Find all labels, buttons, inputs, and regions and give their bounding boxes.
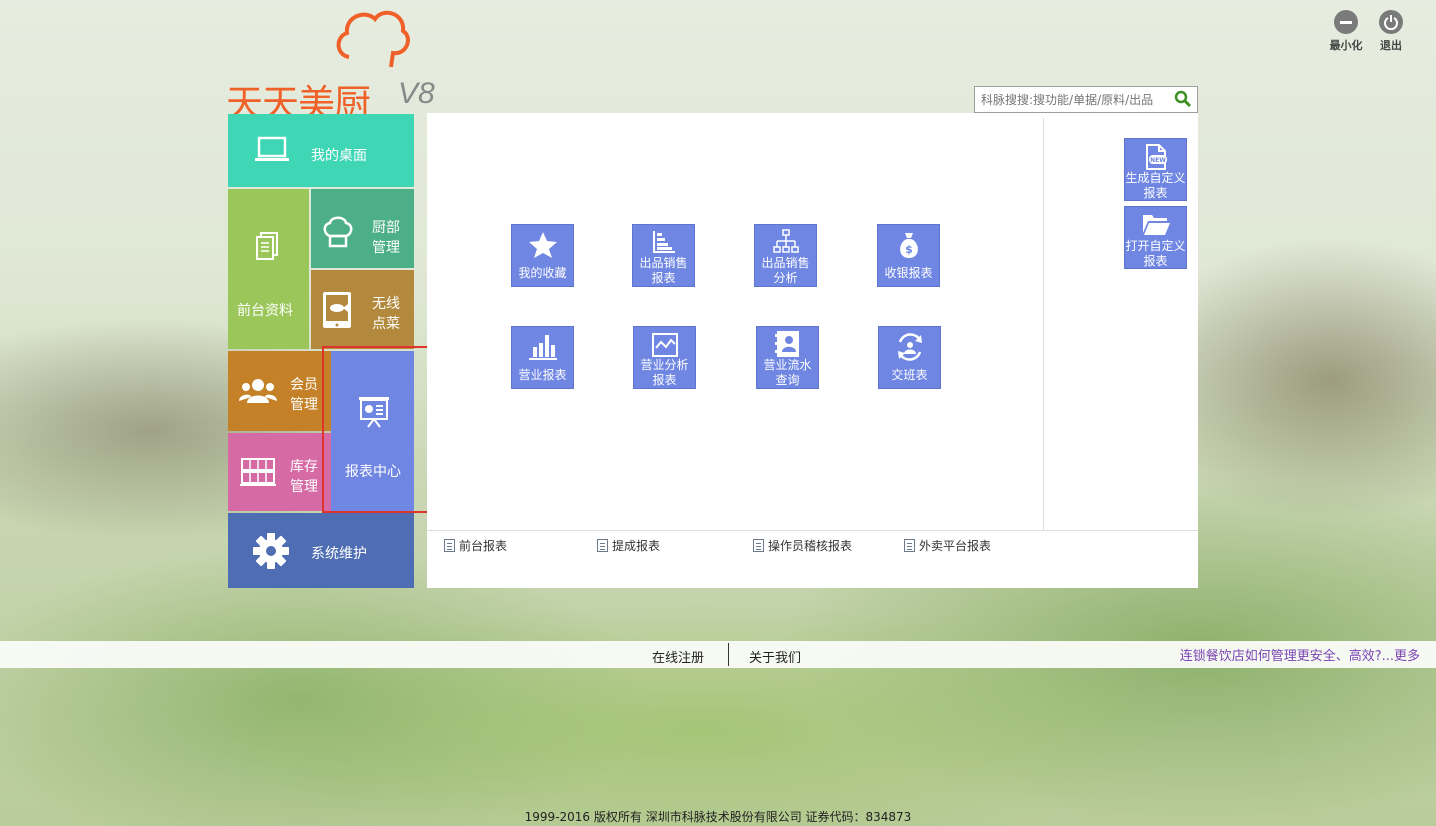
button-label-line1: 营业流水 <box>763 358 812 372</box>
open-folder-icon <box>1142 215 1170 235</box>
minimize-button[interactable]: 最小化 <box>1326 10 1366 53</box>
exit-label: 退出 <box>1380 39 1402 52</box>
version-label: V8 <box>398 77 435 110</box>
shift-report-button[interactable]: 交班表 <box>878 326 941 389</box>
chef-hat-logo-icon <box>336 10 410 68</box>
open-custom-report-button[interactable]: 打开自定义 报表 <box>1124 206 1187 269</box>
members-icon <box>239 379 277 403</box>
line-chart-icon <box>651 333 678 357</box>
about-us-link[interactable]: 关于我们 <box>749 647 801 666</box>
minimize-icon <box>1334 10 1358 34</box>
front-report-link[interactable]: 前台报表 <box>444 537 507 554</box>
new-document-icon: NEW <box>1145 144 1167 170</box>
tile-label-line1: 会员 <box>290 377 318 393</box>
search-icon[interactable] <box>1174 90 1192 112</box>
link-label: 外卖平台报表 <box>919 539 992 553</box>
tablet-fish-icon <box>323 292 351 328</box>
app-logo: 天天美厨 V8 <box>226 5 456 125</box>
minimize-label: 最小化 <box>1329 39 1363 52</box>
footer-divider <box>728 643 729 666</box>
address-book-icon <box>774 331 799 357</box>
tile-front-data[interactable]: 前台资料 <box>228 189 309 349</box>
money-bag-icon: $ <box>899 233 918 258</box>
report-center-panel: 我的收藏 出品销售 报表 出品销售 分析 $ 收银报表 营业报表 营业分析 报表… <box>427 113 1198 588</box>
button-label: 收银报表 <box>884 266 933 280</box>
report-doc-icon <box>904 539 915 552</box>
exit-button[interactable]: 退出 <box>1371 10 1411 53</box>
tile-label-line2: 点菜 <box>372 316 400 332</box>
link-label: 前台报表 <box>459 539 508 553</box>
gear-icon <box>253 533 289 569</box>
business-flow-button[interactable]: 营业流水 查询 <box>756 326 819 389</box>
tile-member-management[interactable]: 会员 管理 <box>228 351 331 431</box>
tile-label-line1: 库存 <box>290 459 318 475</box>
vertical-divider <box>1043 118 1044 530</box>
horizontal-divider <box>427 530 1198 531</box>
chef-hat-icon <box>323 216 353 248</box>
tile-kitchen-management[interactable]: 厨部 管理 <box>311 189 414 268</box>
link-label: 操作员稽核报表 <box>768 539 853 553</box>
sales-report-button[interactable]: 出品销售 报表 <box>632 224 695 287</box>
tile-label-line1: 厨部 <box>372 220 400 236</box>
button-label: 我的收藏 <box>518 266 567 280</box>
bar-chart-horizontal-icon <box>652 231 675 253</box>
tile-label: 系统维护 <box>311 546 367 562</box>
my-favorites-button[interactable]: 我的收藏 <box>511 224 574 287</box>
button-label-line2: 报表 <box>652 373 677 387</box>
link-label: 提成报表 <box>612 539 661 553</box>
laptop-icon <box>255 136 289 161</box>
sales-analysis-button[interactable]: 出品销售 分析 <box>754 224 817 287</box>
shift-change-icon <box>897 333 922 361</box>
footer-bar: 在线注册 关于我们 连锁餐饮店如何管理更安全、高效?...更多 <box>0 641 1436 668</box>
button-label: 交班表 <box>891 368 928 382</box>
documents-icon <box>256 232 278 260</box>
tile-wireless-ordering[interactable]: 无线 点菜 <box>311 270 414 349</box>
commission-report-link[interactable]: 提成报表 <box>597 537 660 554</box>
tile-my-desktop[interactable]: 我的桌面 <box>228 114 414 187</box>
cashier-report-button[interactable]: $ 收银报表 <box>877 224 940 287</box>
tile-label: 我的桌面 <box>311 148 367 164</box>
report-doc-icon <box>753 539 764 552</box>
new-badge: NEW <box>1150 157 1166 164</box>
search-box <box>974 86 1198 113</box>
button-label-line1: 打开自定义 <box>1125 239 1186 253</box>
create-custom-report-button[interactable]: NEW 生成自定义 报表 <box>1124 138 1187 201</box>
button-label: 营业报表 <box>518 368 567 382</box>
button-label-line2: 分析 <box>773 271 798 285</box>
tile-label: 前台资料 <box>237 303 293 319</box>
button-label-line2: 报表 <box>1143 186 1168 200</box>
news-link[interactable]: 连锁餐饮店如何管理更安全、高效?...更多 <box>1180 645 1420 664</box>
search-input[interactable] <box>981 90 1165 109</box>
selected-highlight-frame <box>322 346 429 513</box>
button-label-line2: 报表 <box>1143 254 1168 268</box>
button-label-line2: 报表 <box>651 271 676 285</box>
tile-stock-management[interactable]: 库存 管理 <box>228 433 331 511</box>
tile-label-line2: 管理 <box>290 479 318 495</box>
power-icon <box>1379 10 1403 34</box>
button-label-line1: 生成自定义 <box>1125 171 1186 185</box>
business-analysis-button[interactable]: 营业分析 报表 <box>633 326 696 389</box>
report-doc-icon <box>444 539 455 552</box>
tile-system-maintenance[interactable]: 系统维护 <box>228 513 414 588</box>
tile-label-line1: 无线 <box>372 296 400 312</box>
star-icon <box>528 232 557 258</box>
svg-text:$: $ <box>905 243 913 256</box>
copyright-text: 1999-2016 版权所有 深圳市科脉技术股份有限公司 证券代码：834873 <box>524 810 912 824</box>
tile-label-line2: 管理 <box>290 397 318 413</box>
takeout-platform-report-link[interactable]: 外卖平台报表 <box>904 537 991 554</box>
online-register-link[interactable]: 在线注册 <box>652 647 704 666</box>
operator-audit-report-link[interactable]: 操作员稽核报表 <box>753 537 852 554</box>
report-doc-icon <box>597 539 608 552</box>
bar-chart-icon <box>528 335 557 360</box>
button-label-line1: 出品销售 <box>761 256 810 270</box>
hierarchy-icon <box>772 229 799 253</box>
business-report-button[interactable]: 营业报表 <box>511 326 574 389</box>
warehouse-shelf-icon <box>240 458 276 486</box>
tile-label-line2: 管理 <box>372 240 400 256</box>
button-label-line1: 出品销售 <box>639 256 688 270</box>
button-label-line1: 营业分析 <box>640 358 689 372</box>
button-label-line2: 查询 <box>775 373 800 387</box>
